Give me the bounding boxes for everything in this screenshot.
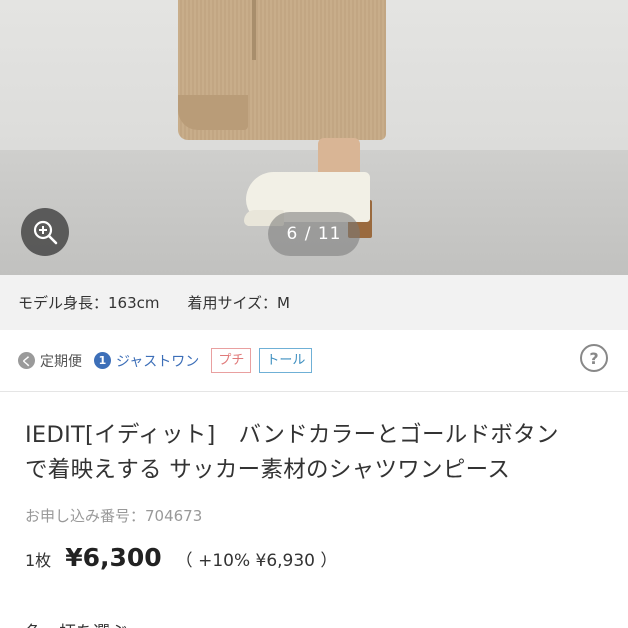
petite-tag[interactable]: プチ xyxy=(211,348,252,373)
teiki-label: 定期便 xyxy=(40,353,82,370)
model-info: モデル身長：163cm 着用サイズ：M xyxy=(0,275,628,330)
model-size: 着用サイズ：M xyxy=(187,294,291,312)
photo-skirt-fold xyxy=(178,95,248,130)
select-color-button[interactable]: 色・柄を選ぶ xyxy=(25,618,127,628)
quantity-label: 1枚 xyxy=(25,551,52,570)
teiki-icon: く xyxy=(18,352,35,369)
product-title: IEDIT[イディット] バンドカラーとゴールドボタン で着映えする サッカー素… xyxy=(25,418,615,488)
shipping-options: く 定期便 1 ジャストワン プチ トール xyxy=(0,330,628,392)
tax-included-price: （ +10% ¥6,930 ） xyxy=(175,551,338,571)
product-photo[interactable]: 6 / 11 xyxy=(0,0,628,275)
model-height: モデル身長：163cm xyxy=(18,294,160,312)
photo-skirt-slit xyxy=(252,0,256,60)
order-number: お申し込み番号：704673 xyxy=(25,507,203,525)
just-one-icon: 1 xyxy=(94,352,111,369)
tall-tag[interactable]: トール xyxy=(259,348,313,373)
zoom-button[interactable] xyxy=(21,208,69,256)
zoom-in-icon xyxy=(33,220,58,245)
product-title-line1: IEDIT[イディット] バンドカラーとゴールドボタン xyxy=(25,422,559,448)
just-one-label: ジャストワン xyxy=(116,353,200,370)
price-row: 1枚 ¥6,300 （ +10% ¥6,930 ） xyxy=(25,543,337,572)
price: ¥6,300 xyxy=(65,543,162,572)
product-title-line2: で着映えする サッカー素材のシャツワンピース xyxy=(25,457,511,483)
image-counter: 6 / 11 xyxy=(268,212,360,256)
help-icon[interactable]: ? xyxy=(580,344,608,372)
